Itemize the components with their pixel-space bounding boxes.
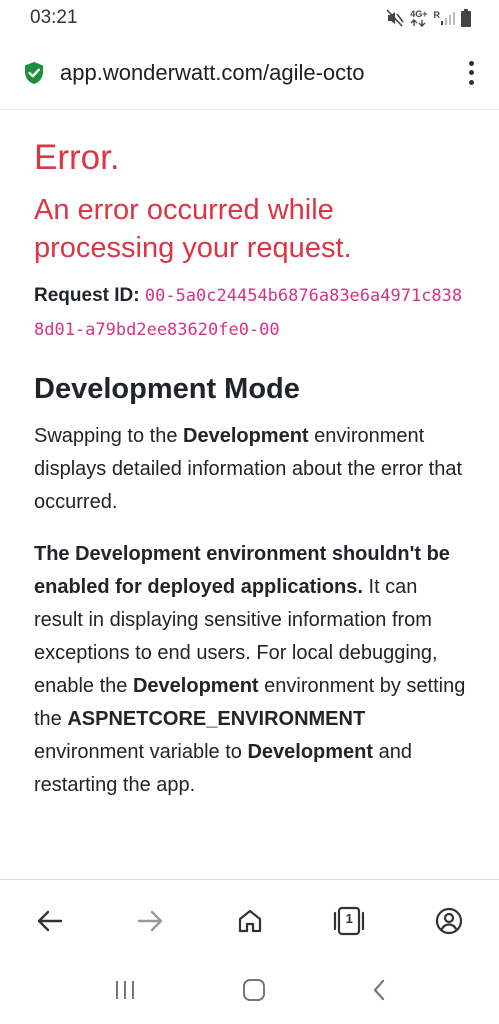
home-button[interactable] xyxy=(230,901,270,941)
signal-indicator: R xyxy=(433,10,455,25)
system-navigation-bar xyxy=(0,961,499,1024)
back-arrow-icon xyxy=(37,910,63,931)
browser-toolbar: 1 xyxy=(0,879,499,961)
para1-bold-1: Development xyxy=(183,425,309,447)
para2-bold-2: Development xyxy=(132,675,259,697)
secure-shield-icon[interactable] xyxy=(22,61,46,85)
account-icon xyxy=(435,907,463,934)
page-content: Error. An error occurred while processin… xyxy=(0,111,499,879)
development-mode-heading: Development Mode xyxy=(34,373,300,405)
data-arrows-icon xyxy=(410,18,426,27)
forward-button[interactable] xyxy=(130,901,170,941)
para2-bold-4: Development xyxy=(247,741,374,763)
error-title: Error. xyxy=(34,138,120,177)
url-text[interactable]: app.wonderwatt.com/agile-octo xyxy=(60,60,461,86)
development-paragraph-1: Swapping to the Development environment … xyxy=(34,420,469,519)
recent-apps-icon xyxy=(115,981,134,999)
home-icon xyxy=(238,909,261,932)
roaming-label: R xyxy=(433,10,441,20)
error-subtitle: An error occurred while processing your … xyxy=(34,194,352,264)
para1-text-1: Swapping to the xyxy=(34,425,183,447)
account-button[interactable] xyxy=(429,901,469,941)
para2-text-3: environment variable to xyxy=(34,741,248,763)
request-id-label: Request ID: xyxy=(34,285,140,306)
network-indicator: 4G+ xyxy=(410,8,428,27)
network-type: 4G+ xyxy=(410,8,428,19)
tab-count: 1 xyxy=(345,910,353,926)
status-bar: 03:21 4G+ R xyxy=(0,0,499,36)
system-back-icon xyxy=(373,979,384,1001)
forward-arrow-icon xyxy=(137,910,162,931)
signal-icon xyxy=(441,12,455,25)
address-bar[interactable]: app.wonderwatt.com/agile-octo xyxy=(0,36,499,110)
development-paragraph-2: The Development environment shouldn't be… xyxy=(34,538,469,802)
status-icons: 4G+ R xyxy=(386,9,471,27)
mute-icon xyxy=(386,9,404,27)
system-back-button[interactable] xyxy=(371,978,387,1007)
request-id-line: Request ID: 00-5a0c24454b6876a83e6a4971c… xyxy=(34,279,469,347)
battery-icon xyxy=(461,9,471,27)
home-system-button[interactable] xyxy=(242,978,266,1007)
tabs-button[interactable]: 1 xyxy=(329,901,369,941)
back-button[interactable] xyxy=(30,901,70,941)
home-square-icon xyxy=(242,979,265,1001)
status-time: 03:21 xyxy=(30,7,78,28)
recent-apps-button[interactable] xyxy=(113,979,137,1006)
para2-bold-3: ASPNETCORE_ENVIRONMENT xyxy=(67,708,366,730)
more-options-icon[interactable] xyxy=(461,58,481,88)
